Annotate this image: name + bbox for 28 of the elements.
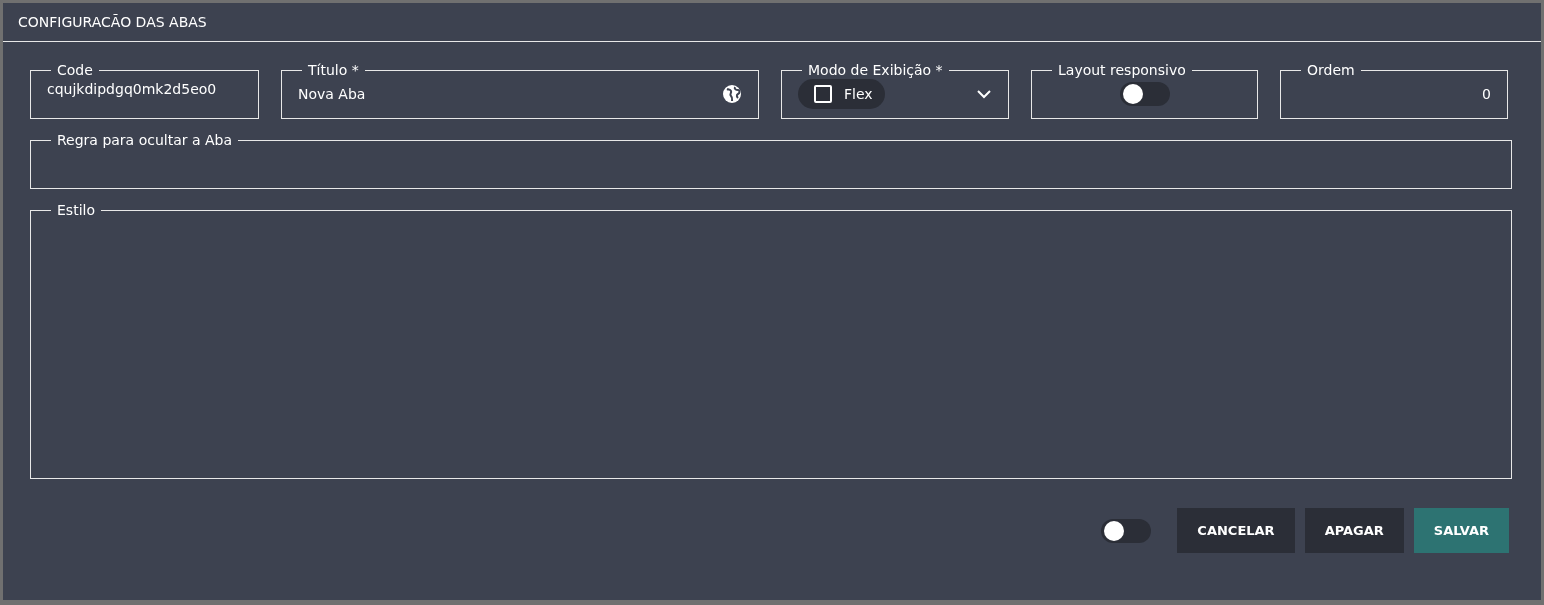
form-field[interactable]: Título * Nova Aba — [281, 61, 759, 119]
field-label: Título * — [307, 61, 360, 79]
field-label: Modo de Exibição * — [807, 61, 944, 79]
field-value: cqujkdipdgq0mk2d5eo0 — [47, 80, 217, 97]
toggle-switch[interactable] — [1119, 81, 1170, 106]
form-field[interactable]: Modo de Exibição * Flex — [781, 61, 1009, 119]
form-field[interactable]: Layout responsivo — [1031, 61, 1258, 119]
form-field[interactable]: Code cqujkdipdgq0mk2d5eo0 — [30, 61, 259, 119]
action-button[interactable]: CANCELAR — [1177, 508, 1295, 553]
style-field[interactable]: Estilo — [30, 201, 1512, 479]
field-label: Layout responsivo — [1057, 61, 1187, 79]
rule-field[interactable]: Regra para ocultar a Aba — [30, 131, 1512, 189]
globe-icon[interactable] — [722, 83, 742, 104]
field-value: Nova Aba — [298, 85, 366, 102]
field-label: Ordem — [1306, 61, 1356, 79]
chevron-down-icon[interactable] — [976, 88, 992, 99]
toggle-switch[interactable] — [1101, 518, 1152, 543]
dialog-title: CONFIGURACÃO DAS ABAS — [18, 14, 207, 30]
field-label: Estilo — [56, 201, 96, 219]
field-value: 0 — [1482, 85, 1491, 102]
field-label: Regra para ocultar a Aba — [56, 131, 233, 149]
chip-label: Flex — [844, 85, 873, 102]
form-field[interactable]: Ordem 0 — [1280, 61, 1508, 119]
checkbox[interactable] — [814, 84, 832, 103]
action-button[interactable]: SALVAR — [1413, 508, 1509, 553]
mode-chip[interactable]: Flex — [798, 78, 885, 109]
field-label: Code — [56, 61, 94, 79]
action-button[interactable]: APAGAR — [1304, 508, 1404, 553]
